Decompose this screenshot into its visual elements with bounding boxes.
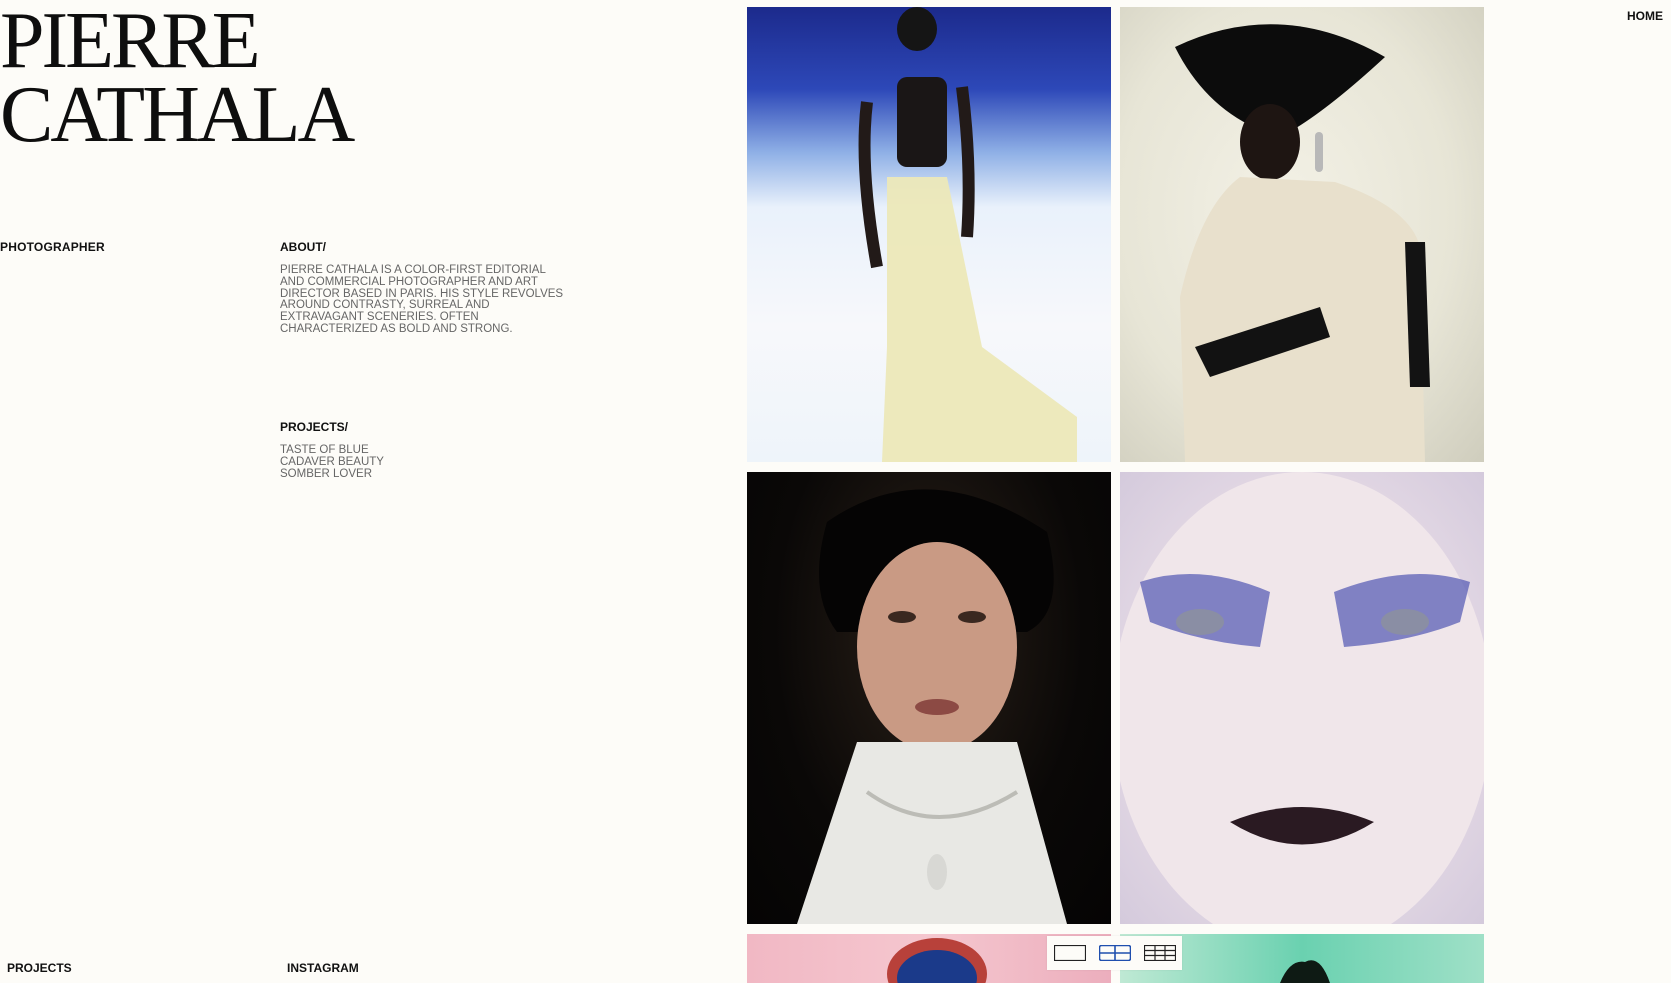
photo-white-drape-image	[1175, 24, 1430, 462]
project-list: TASTE OF BLUE CADAVER BEAUTY SOMBER LOVE…	[280, 444, 384, 481]
project-link-cadaver-beauty[interactable]: CADAVER BEAUTY	[280, 456, 384, 469]
photo-blue-makeup-image	[1120, 472, 1484, 924]
photo-tile-blue-makeup[interactable]	[1120, 472, 1484, 924]
view-grid-2-button[interactable]	[1098, 943, 1132, 963]
site-logo[interactable]: PIERRE CATHALA	[0, 0, 355, 159]
photo-blue-gown-image	[858, 7, 1077, 462]
grid-2-icon	[1098, 945, 1131, 961]
about-text: PIERRE CATHALA IS A COLOR-FIRST EDITORIA…	[280, 264, 564, 335]
view-switcher	[1047, 936, 1182, 970]
single-view-icon	[1053, 945, 1086, 961]
project-link-somber-lover[interactable]: SOMBER LOVER	[280, 468, 384, 481]
projects-heading: PROJECTS/	[280, 420, 349, 434]
photo-dark-portrait-image	[797, 489, 1067, 924]
home-link[interactable]: HOME	[1627, 9, 1663, 23]
role-label: PHOTOGRAPHER	[0, 240, 105, 254]
logo-line-2: CATHALA	[0, 71, 355, 159]
about-heading: ABOUT/	[280, 240, 326, 254]
footer-projects-link[interactable]: PROJECTS	[7, 961, 72, 975]
photo-tile-white-drape[interactable]	[1120, 7, 1484, 462]
view-grid-3-button[interactable]	[1143, 943, 1177, 963]
footer-instagram-link[interactable]: INSTAGRAM	[287, 961, 359, 975]
logo-line-1: PIERRE	[0, 0, 261, 85]
grid-3-icon	[1143, 945, 1176, 961]
view-single-button[interactable]	[1053, 943, 1087, 963]
photo-tile-dark-portrait[interactable]	[747, 472, 1111, 924]
photo-tile-blue-gown[interactable]	[747, 7, 1111, 462]
